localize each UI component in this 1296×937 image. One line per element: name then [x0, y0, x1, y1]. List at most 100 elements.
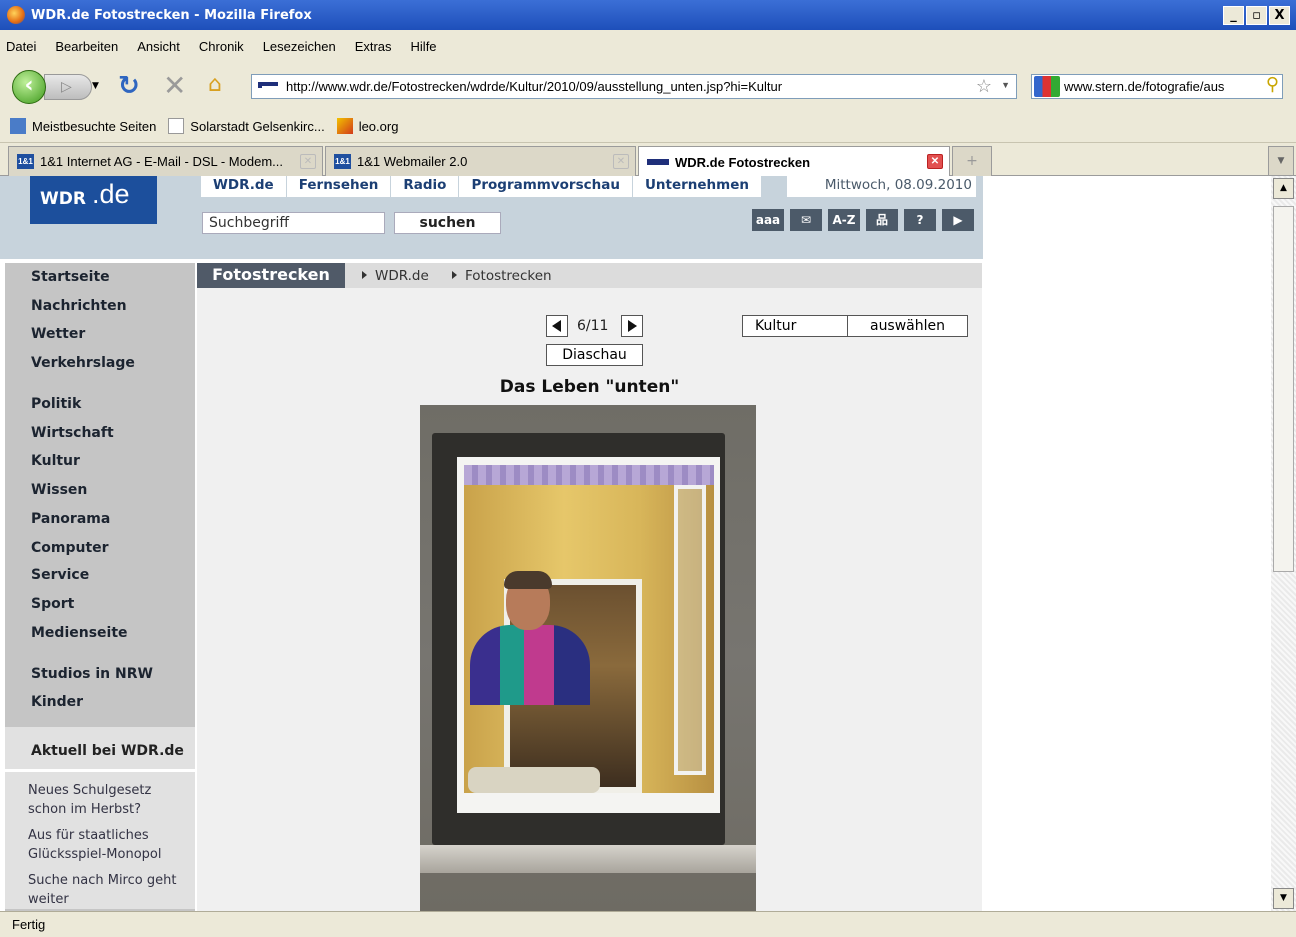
- search-text[interactable]: www.stern.de/fotografie/aus: [1064, 79, 1224, 94]
- man-figure: [470, 571, 590, 705]
- topnav-fernsehen[interactable]: Fernsehen: [287, 176, 392, 197]
- slideshow-button[interactable]: Diaschau: [546, 344, 643, 366]
- aktuell-link[interactable]: Aus für staatliches Glücksspiel-Monopol: [28, 826, 188, 864]
- sidebar-item-wetter[interactable]: Wetter: [31, 326, 85, 342]
- previous-photo-button[interactable]: [546, 315, 568, 337]
- leo-icon: [336, 118, 353, 134]
- tab-label: 1&1 Internet AG - E-Mail - DSL - Modem..…: [40, 154, 283, 169]
- photo-title: Das Leben "unten": [499, 377, 680, 397]
- wdr-favicon: [647, 159, 669, 165]
- site-search-input[interactable]: Suchbegriff: [202, 212, 385, 234]
- stop-icon[interactable]: ✕: [163, 72, 186, 100]
- header-tools: aaa ✉ A-Z 品 ? ▶: [752, 209, 974, 231]
- select-button[interactable]: auswählen: [848, 316, 967, 336]
- tab-list-icon[interactable]: ▼: [1268, 146, 1294, 176]
- next-photo-button[interactable]: [621, 315, 643, 337]
- url-bar[interactable]: http://www.wdr.de/Fotostrecken/wdrde/Kul…: [251, 74, 1017, 99]
- sidebar-item-verkehrslage[interactable]: Verkehrslage: [31, 355, 135, 371]
- status-bar: Fertig: [0, 911, 1296, 937]
- smart-bookmark-icon: [10, 118, 26, 134]
- menu-lesezeichen[interactable]: Lesezeichen: [263, 39, 336, 54]
- wdr-header: WDR .de WDR.de Fernsehen Radio Programmv…: [0, 176, 983, 259]
- menu-datei[interactable]: Datei: [6, 39, 36, 54]
- close-tab-icon[interactable]: ✕: [300, 154, 316, 169]
- sidebar-item-sport[interactable]: Sport: [31, 596, 74, 612]
- mail-icon[interactable]: ✉: [790, 209, 822, 231]
- topnav-programmvorschau[interactable]: Programmvorschau: [459, 176, 633, 197]
- close-tab-icon[interactable]: ✕: [613, 154, 629, 169]
- sidebar-item-startseite[interactable]: Startseite: [31, 269, 110, 285]
- back-button[interactable]: ‹: [12, 70, 46, 104]
- tab-label: WDR.de Fotostrecken: [675, 154, 811, 170]
- sidebar-item-nachrichten[interactable]: Nachrichten: [31, 298, 127, 314]
- category-select[interactable]: Kultur: [743, 316, 848, 336]
- sidebar-item-computer[interactable]: Computer: [31, 540, 109, 556]
- search-bar[interactable]: www.stern.de/fotografie/aus ⚲: [1031, 74, 1283, 99]
- vertical-scrollbar[interactable]: ▲ ▼: [1271, 176, 1296, 911]
- logo-de-text: .de: [92, 179, 130, 209]
- bookmark-leo[interactable]: leo.org: [336, 118, 398, 134]
- menu-chronik[interactable]: Chronik: [199, 39, 244, 54]
- scroll-up-icon[interactable]: ▲: [1273, 178, 1294, 199]
- google-icon[interactable]: [1034, 76, 1060, 97]
- minimize-button[interactable]: _: [1223, 6, 1244, 25]
- aktuell-link[interactable]: Suche nach Mirco geht weiter: [28, 871, 188, 909]
- close-tab-icon[interactable]: ✕: [927, 154, 943, 169]
- sidebar-item-wissen[interactable]: Wissen: [31, 482, 87, 498]
- search-icon[interactable]: ⚲: [1266, 74, 1279, 95]
- menu-extras[interactable]: Extras: [355, 39, 392, 54]
- curtain: [464, 465, 714, 485]
- new-tab-button[interactable]: +: [952, 146, 992, 176]
- gallery-content: 6/11 Diaschau Kultur auswählen Das Leben…: [197, 288, 982, 911]
- tab-wdr-fotostrecken[interactable]: WDR.de Fotostrecken ✕: [638, 146, 950, 177]
- wdr-logo[interactable]: WDR .de: [30, 176, 157, 224]
- url-text[interactable]: http://www.wdr.de/Fotostrecken/wdrde/Kul…: [286, 79, 782, 94]
- 1und1-icon: 1&1: [334, 154, 351, 169]
- site-search-button[interactable]: suchen: [394, 212, 501, 234]
- wdr-favicon: [258, 81, 278, 92]
- close-window-button[interactable]: X: [1269, 6, 1290, 25]
- window-titlebar: WDR.de Fotostrecken - Mozilla Firefox _ …: [0, 0, 1296, 30]
- history-dropdown-icon[interactable]: ▼: [92, 81, 99, 91]
- font-size-icon[interactable]: aaa: [752, 209, 784, 231]
- bookmark-label: Solarstadt Gelsenkirc...: [190, 118, 325, 134]
- reload-icon[interactable]: ↻: [118, 73, 140, 99]
- bookmark-meistbesucht[interactable]: Meistbesuchte Seiten: [10, 118, 156, 134]
- bookmark-star-icon[interactable]: ☆: [976, 76, 992, 97]
- sidebar-item-studios[interactable]: Studios in NRW: [31, 666, 153, 682]
- topnav-unternehmen[interactable]: Unternehmen: [633, 176, 763, 197]
- category-selector: Kultur auswählen: [742, 315, 968, 337]
- sidebar-item-panorama[interactable]: Panorama: [31, 511, 110, 527]
- section-title: Fotostrecken: [197, 263, 345, 288]
- aktuell-link[interactable]: Neues Schulgesetz schon im Herbst?: [28, 781, 188, 819]
- topnav-radio[interactable]: Radio: [391, 176, 460, 197]
- sidebar-item-kinder[interactable]: Kinder: [31, 694, 83, 710]
- help-icon[interactable]: ?: [904, 209, 936, 231]
- menu-hilfe[interactable]: Hilfe: [411, 39, 437, 54]
- bookmark-label: Meistbesuchte Seiten: [32, 118, 157, 134]
- breadcrumb-fotostrecken[interactable]: Fotostrecken: [452, 268, 552, 284]
- scroll-down-icon[interactable]: ▼: [1273, 888, 1294, 909]
- bookmark-solarstadt[interactable]: Solarstadt Gelsenkirc...: [168, 118, 325, 134]
- page-viewport: WDR .de WDR.de Fernsehen Radio Programmv…: [0, 176, 1271, 911]
- sidebar-item-medienseite[interactable]: Medienseite: [31, 625, 128, 641]
- play-icon[interactable]: ▶: [942, 209, 974, 231]
- sidebar-item-service[interactable]: Service: [31, 567, 89, 583]
- home-icon[interactable]: ⌂: [208, 73, 222, 97]
- url-dropdown-icon[interactable]: ▼: [1001, 80, 1010, 90]
- tab-1und1-internet[interactable]: 1&1 1&1 Internet AG - E-Mail - DSL - Mode…: [8, 146, 323, 176]
- az-index-icon[interactable]: A-Z: [828, 209, 860, 231]
- menu-ansicht[interactable]: Ansicht: [137, 39, 180, 54]
- sitemap-icon[interactable]: 品: [866, 209, 898, 231]
- sidebar-item-politik[interactable]: Politik: [31, 396, 81, 412]
- window-title: WDR.de Fotostrecken - Mozilla Firefox: [31, 7, 312, 23]
- maximize-button[interactable]: ▫: [1246, 6, 1267, 25]
- sidebar-item-wirtschaft[interactable]: Wirtschaft: [31, 425, 114, 441]
- sidebar-item-kultur[interactable]: Kultur: [31, 453, 80, 469]
- menu-bearbeiten[interactable]: Bearbeiten: [55, 39, 118, 54]
- tab-1und1-webmailer[interactable]: 1&1 1&1 Webmailer 2.0 ✕: [325, 146, 636, 176]
- forward-button[interactable]: ▷: [44, 74, 92, 100]
- topnav-wdr[interactable]: WDR.de: [201, 176, 287, 197]
- breadcrumb-wdr[interactable]: WDR.de: [362, 268, 429, 284]
- scroll-thumb[interactable]: [1273, 206, 1294, 572]
